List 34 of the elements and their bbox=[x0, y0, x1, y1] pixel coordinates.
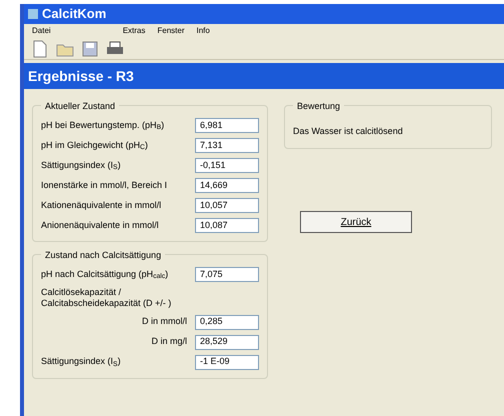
value-field[interactable]: 10,087 bbox=[195, 218, 259, 233]
window-title: CalcitKom bbox=[42, 5, 106, 24]
menu-item[interactable]: Info bbox=[196, 25, 210, 37]
field-label: Sättigungsindex (I$_{S}$) bbox=[41, 355, 121, 369]
menu-item[interactable]: Datei bbox=[32, 25, 51, 37]
back-button[interactable]: Zurück bbox=[300, 211, 412, 233]
group-title: Bewertung bbox=[293, 100, 344, 114]
menu-item[interactable]: Fenster bbox=[157, 25, 184, 37]
value-field[interactable]: 14,669 bbox=[195, 178, 259, 193]
new-file-icon[interactable] bbox=[32, 40, 48, 58]
field-label: pH bei Bewertungstemp. (pH$_{B}$) bbox=[41, 118, 164, 132]
menu-item[interactable]: Extras bbox=[122, 25, 146, 37]
field-label: pH im Gleichgewicht (pH$_{C}$) bbox=[41, 138, 148, 152]
assessment-text: Das Wasser ist calcitlösend bbox=[293, 126, 403, 136]
capacity-label: Calcitlösekapazität / Calcitabscheidekapazität (D +/- ) bbox=[41, 287, 172, 310]
field-label: D in mmol/l bbox=[142, 315, 187, 328]
value-field[interactable]: 7,131 bbox=[195, 138, 259, 153]
child-window-title: Ergebnisse - R3 bbox=[28, 66, 134, 86]
field-label: Ionenstärke in mmol/l, Bereich I bbox=[41, 178, 168, 192]
field-label: Kationenäquivalente in mmol/l bbox=[41, 198, 162, 212]
value-field[interactable]: -1 E-09 bbox=[195, 354, 259, 370]
value-field[interactable]: -0,151 bbox=[195, 158, 259, 173]
value-field[interactable]: 10,057 bbox=[195, 198, 259, 213]
value-field[interactable]: 28,529 bbox=[195, 334, 259, 350]
field-label: Anionenäquivalente in mmol/l bbox=[41, 218, 159, 232]
field-label: Sättigungsindex (I$_{S}$) bbox=[41, 158, 121, 172]
value-field[interactable]: 6,981 bbox=[195, 118, 259, 133]
value-field[interactable]: 0,285 bbox=[195, 314, 259, 330]
printer-icon[interactable] bbox=[106, 40, 124, 56]
group-title: Zustand nach Calcitsättigung bbox=[41, 249, 166, 262]
field-label: pH nach Calcitsättigung (pH$_{calc}$) bbox=[41, 268, 168, 282]
field-label: D in mg/l bbox=[151, 335, 187, 348]
value-field[interactable]: 7,075 bbox=[195, 267, 259, 282]
app-icon bbox=[28, 9, 38, 19]
